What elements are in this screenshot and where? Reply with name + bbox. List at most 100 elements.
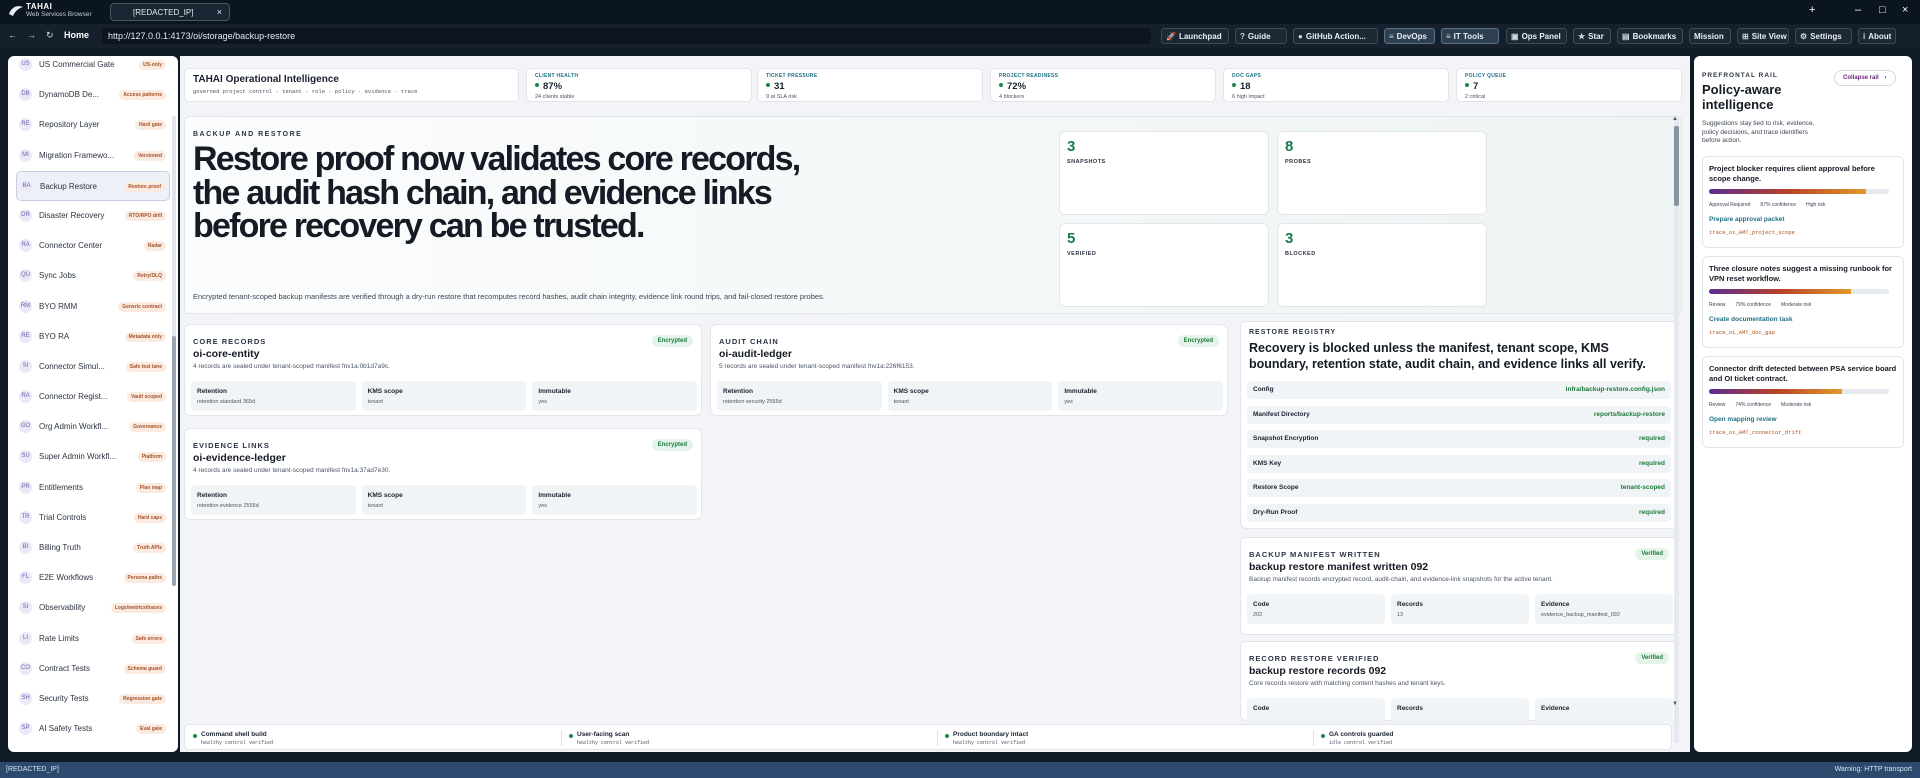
card-title: backup restore manifest written 092 [1249,561,1429,573]
card-field-label: Retention [723,388,753,395]
sidebar-item[interactable]: QU Sync Jobs Retry/DLQ [16,261,170,291]
card-title: oi-evidence-ledger [193,452,286,464]
sidebar-item[interactable]: DR Disaster Recovery RTO/RPO drill [16,201,170,231]
toolbar-button-guide[interactable]: ? Guide [1235,28,1287,44]
toolbar-button-github-action[interactable]: ● GitHub Action... [1293,28,1378,44]
footer-item-subtitle: healthy control verified [953,740,1026,746]
sidebar-item[interactable]: BI Billing Truth Truth APIs [16,533,170,563]
browser-tab[interactable]: [REDACTED_IP] × [110,3,230,21]
card-field-value: retention standard 365d [197,399,256,405]
sidebar-item-badge: Safe errors [131,633,166,644]
insight-action-link[interactable]: Create documentation task [1709,316,1792,323]
home-button[interactable]: Home [64,30,89,40]
main-scrollbar[interactable] [1674,118,1679,743]
sidebar-scrollbar-thumb[interactable] [172,336,176,586]
hero-description: Encrypted tenant-scoped backup manifests… [193,292,825,301]
sidebar-item[interactable]: SI Observability Logs/metrics/traces [16,593,170,623]
sidebar-item-label: BYO RA [39,331,70,341]
sidebar-item-label: DynamoDB De... [39,90,100,100]
insight-chip: Review [1709,302,1726,308]
sidebar-item[interactable]: US US Commercial Gate US-only [16,56,170,80]
toolbar-button-mission[interactable]: Mission [1689,28,1731,44]
card-description: Core records restore with matching conte… [1249,680,1446,687]
sidebar-item[interactable]: SI Connector Simul... Safe test lane [16,352,170,382]
sidebar-item-abbrev: US [19,58,32,71]
toolbar-button-label: Settings [1810,32,1842,41]
toolbar-button-ops-panel[interactable]: ▣ Ops Panel [1506,28,1567,44]
tab-close-icon[interactable]: × [217,7,222,17]
card-description: 5 records are sealed under tenant-scoped… [719,363,915,370]
reload-button[interactable]: ↻ [46,30,54,41]
back-button[interactable]: ← [8,30,17,40]
sidebar-item[interactable]: SP AI Safety Tests Eval gate [16,714,170,744]
card-description: 4 records are sealed under tenant-scoped… [193,467,391,474]
sidebar-item-abbrev: SH [19,691,32,705]
sidebar-item-abbrev: MI [19,148,32,162]
sidebar-item-abbrev: SP [19,722,32,736]
toolbar-button-star[interactable]: ★ Star [1573,28,1611,44]
rail-title: Policy-aware intelligence [1702,82,1782,112]
metric-value: 87% [535,81,562,92]
sidebar-item[interactable]: RA Connector Regist... Vault scoped [16,382,170,412]
rail-description: Suggestions stay tied to risk, evidence,… [1702,120,1815,144]
insight-chip: Approval Required [1709,202,1751,208]
minimize-button[interactable]: – [1855,4,1861,16]
toolbar-button-about[interactable]: i About [1858,28,1896,44]
toolbar-button-label: Site View [1751,32,1787,41]
card-field: Immutable yes [532,381,697,411]
sidebar-item[interactable]: RE Repository Layer Hard gate [16,110,170,140]
registry-row: KMS Key required [1247,454,1671,473]
confidence-bar-fill [1709,289,1852,294]
scroll-down-icon[interactable]: ▼ [1672,701,1678,707]
new-tab-button[interactable]: + [1809,4,1815,16]
toolbar-button-settings[interactable]: ⚙ Settings [1795,28,1852,44]
sidebar-item[interactable]: TR Trial Controls Hard caps [16,503,170,533]
toolbar-button-site-view[interactable]: ⊞ Site View [1737,28,1789,44]
sidebar-item[interactable]: SH Security Tests Regression gate [16,684,170,714]
registry-row: Manifest Directory reports/backup-restore [1247,405,1671,424]
toolbar-button-devops[interactable]: ≡ DevOps [1384,28,1435,44]
sidebar-item[interactable]: CO Contract Tests Schema guard [16,654,170,684]
close-window-button[interactable]: × [1902,4,1908,16]
help-icon: ? [1240,32,1245,41]
card-field-value: retention security 2555d [723,399,782,405]
sidebar-item-badge: Safe test lane [125,361,166,372]
insight-action-link[interactable]: Prepare approval packet [1709,216,1785,223]
toolbar-button-it-tools[interactable]: ≡ IT Tools [1441,28,1499,44]
main-scrollbar-thumb[interactable] [1674,126,1679,206]
metric-card: DOC GAPS 18 6 high impact [1223,68,1449,102]
card-title: oi-core-entity [193,348,260,360]
card-field: Retention retention standard 365d [191,381,356,411]
sidebar-item[interactable]: GO Org Admin Workfl... Governance [16,412,170,442]
sidebar-item[interactable]: SU Super Admin Workfl... Platform [16,442,170,472]
sidebar-item[interactable]: PR Entitlements Plan map [16,473,170,503]
card-field-label: Retention [197,388,227,395]
url-input[interactable]: http://127.0.0.1:4173/oi/storage/backup-… [102,28,1151,44]
footer-divider [937,730,938,746]
sidebar-item-label: Observability [39,603,86,613]
sidebar-item[interactable]: LI Rate Limits Safe errors [16,624,170,654]
card-field-label: Evidence [1541,601,1570,608]
sidebar-item[interactable]: RE BYO RA Metadata only [16,322,170,352]
sidebar-item[interactable]: BA Backup Restore Restore proof [16,170,170,201]
toolbar-button-launchpad[interactable]: 🚀 Launchpad [1161,28,1229,44]
sidebar-item[interactable]: RA Connector Center Radar [16,231,170,261]
card-field-label: Records [1397,705,1424,712]
registry-row-key: Config [1253,386,1274,393]
sidebar-item[interactable]: MI Migration Framewo... Versioned [16,141,170,171]
insight-action-link[interactable]: Open mapping review [1709,416,1777,423]
toolbar-button-bookmarks[interactable]: ▤ Bookmarks [1617,28,1683,44]
sidebar-item[interactable]: DB DynamoDB De... Access patterns [16,80,170,110]
collapse-rail-button[interactable]: Collapse rail › [1834,70,1896,86]
card-description: Backup manifest records encrypted record… [1249,576,1553,583]
sidebar-item[interactable]: FL E2E Workflows Persona paths [16,563,170,593]
sidebar-item-label: Security Tests [39,693,89,703]
forward-button[interactable]: → [27,30,36,40]
brand-name: TAHAI [26,2,53,11]
insight-chip: 74% confidence [1735,402,1771,408]
sidebar-item[interactable]: RM BYO RMM Generic contract [16,292,170,322]
sidebar-item-label: Billing Truth [39,543,81,552]
maximize-button[interactable]: □ [1879,4,1886,16]
sidebar-item-label: Sync Jobs [39,271,76,281]
scroll-up-icon[interactable]: ▲ [1672,116,1678,122]
